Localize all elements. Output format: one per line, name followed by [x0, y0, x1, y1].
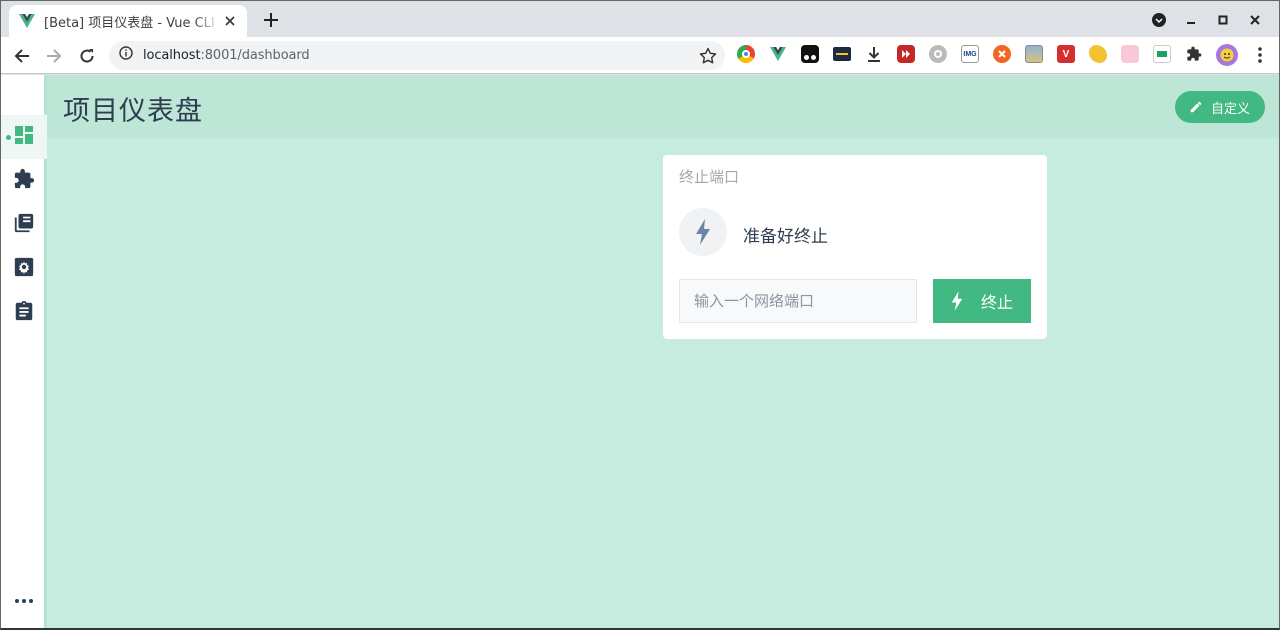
clipboard-icon [13, 300, 35, 327]
bookmark-star-icon[interactable] [699, 47, 717, 65]
bolt-status-icon [679, 208, 727, 256]
profile-avatar[interactable] [1216, 44, 1238, 66]
orange-extension-icon[interactable] [993, 45, 1011, 63]
more-horiz-icon [15, 590, 33, 608]
minimize-icon[interactable] [1175, 9, 1207, 31]
vue-favicon-icon [19, 13, 35, 29]
reload-icon[interactable] [74, 43, 100, 69]
bolt-icon [951, 291, 963, 311]
back-arrow-icon[interactable] [9, 43, 35, 69]
tab-close-icon[interactable] [221, 12, 239, 30]
sidebar-item-tasks[interactable] [1, 291, 47, 335]
sidebar-item-plugins[interactable] [1, 159, 47, 203]
tab-title: [Beta] 项目仪表盘 - Vue CLI [44, 15, 215, 31]
browser-window: [Beta] 项目仪表盘 - Vue CLI localhost:8001/da… [0, 0, 1280, 630]
img-extension-icon[interactable]: IMG [961, 45, 979, 63]
gear-extension-icon[interactable] [929, 45, 947, 63]
tab-strip: [Beta] 项目仪表盘 - Vue CLI [1, 1, 1279, 37]
vue-cli-app: 项目仪表盘 自定义 终止端口 准备好终止 终止 [1, 75, 1279, 628]
media-extension-icon[interactable] [897, 45, 915, 63]
page-title: 项目仪表盘 [63, 96, 203, 127]
customize-label: 自定义 [1210, 101, 1250, 117]
forward-arrow-icon[interactable] [41, 43, 67, 69]
info-icon[interactable] [119, 46, 133, 65]
pink-extension-icon[interactable] [1121, 45, 1139, 63]
dashboard-icon [14, 125, 34, 150]
tab-search-icon[interactable] [1143, 9, 1175, 31]
terminal-extension-icon[interactable] [833, 47, 851, 61]
customize-button[interactable]: 自定义 [1174, 91, 1265, 123]
extensions-row: IMG V [737, 45, 1217, 63]
pencil-icon [1190, 101, 1202, 113]
tampermonkey-icon[interactable] [801, 45, 819, 63]
window-controls [1143, 9, 1271, 31]
active-indicator [6, 135, 11, 140]
port-input[interactable] [679, 279, 917, 323]
vue-devtools-icon[interactable] [769, 45, 787, 63]
url-path: :8001/dashboard [200, 48, 310, 63]
v-extension-icon[interactable]: V [1057, 45, 1075, 63]
widget-status: 准备好终止 [743, 227, 828, 247]
puzzle-extensions-icon[interactable] [1185, 45, 1203, 63]
page-header: 项目仪表盘 自定义 [47, 75, 1279, 138]
library-icon [13, 212, 35, 239]
kill-port-widget: 终止端口 准备好终止 终止 [663, 155, 1047, 339]
address-bar[interactable]: localhost:8001/dashboard [109, 41, 725, 70]
close-window-icon[interactable] [1239, 9, 1271, 31]
kill-label: 终止 [980, 293, 1013, 312]
browser-menu-icon[interactable] [1251, 45, 1269, 65]
download-icon[interactable] [865, 45, 883, 63]
browser-tab[interactable]: [Beta] 项目仪表盘 - Vue CLI [9, 5, 247, 37]
kill-button[interactable]: 终止 [933, 279, 1031, 323]
flag-extension-icon[interactable] [1153, 45, 1171, 63]
image-extension-icon[interactable] [1025, 45, 1043, 63]
cat-extension-icon[interactable] [1089, 45, 1107, 63]
puzzle-icon [13, 168, 35, 195]
sidebar-item-configuration[interactable] [1, 247, 47, 291]
url-host: localhost [143, 48, 201, 63]
browser-toolbar: localhost:8001/dashboard IMG V [1, 37, 1279, 74]
settings-icon [13, 256, 35, 283]
chrome-extension-icon[interactable] [737, 45, 755, 63]
widget-title: 终止端口 [679, 168, 740, 186]
maximize-icon[interactable] [1207, 9, 1239, 31]
sidebar-item-dependencies[interactable] [1, 203, 47, 247]
sidebar-item-dashboard[interactable] [1, 115, 47, 159]
sidebar [1, 75, 47, 628]
url-text: localhost:8001/dashboard [143, 48, 310, 63]
sidebar-more[interactable] [1, 577, 47, 621]
new-tab-icon[interactable] [259, 8, 283, 32]
